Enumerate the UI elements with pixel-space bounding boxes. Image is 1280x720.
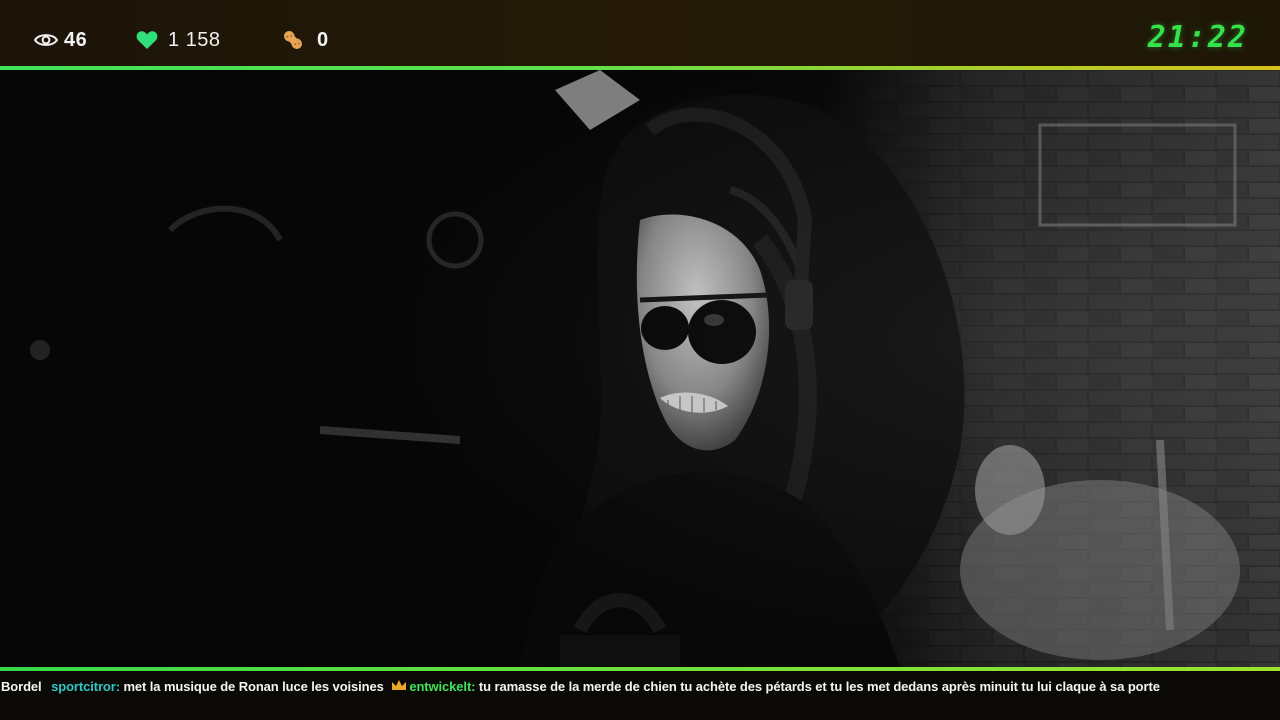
peanut-count: 0 (281, 20, 329, 60)
viewer-count: 46 (34, 20, 87, 60)
peanut-icon (281, 28, 305, 52)
peanut-count-value: 0 (317, 28, 329, 51)
ticker-username[interactable]: entwickelt: (409, 679, 475, 694)
video-feed[interactable] (0, 70, 1280, 668)
crown-icon (391, 679, 407, 694)
ticker-username[interactable]: sportcitror: (51, 679, 120, 694)
chat-ticker: Bordel sportcitror: met la musique de Ro… (0, 671, 1280, 720)
stream-page: 46 1 158 0 21:22 Bordel sportcitror: met… (0, 0, 1280, 720)
eye-icon (34, 32, 58, 48)
chat-ticker-track: Bordel sportcitror: met la musique de Ro… (1, 678, 1160, 694)
ticker-message-text: Bordel (1, 679, 42, 695)
ticker-message-text: tu ramasse de la merde de chien tu achèt… (478, 679, 1160, 695)
stats-bar: 46 1 158 0 21:22 (0, 0, 1280, 66)
viewer-count-value: 46 (64, 28, 88, 51)
like-count-value: 1 158 (168, 28, 221, 51)
ticker-message-text: met la musique de Ronan luce les voisine… (123, 679, 384, 695)
like-count: 1 158 (136, 20, 221, 60)
stream-clock: 21:22 (1147, 20, 1248, 55)
heart-icon (136, 30, 158, 50)
